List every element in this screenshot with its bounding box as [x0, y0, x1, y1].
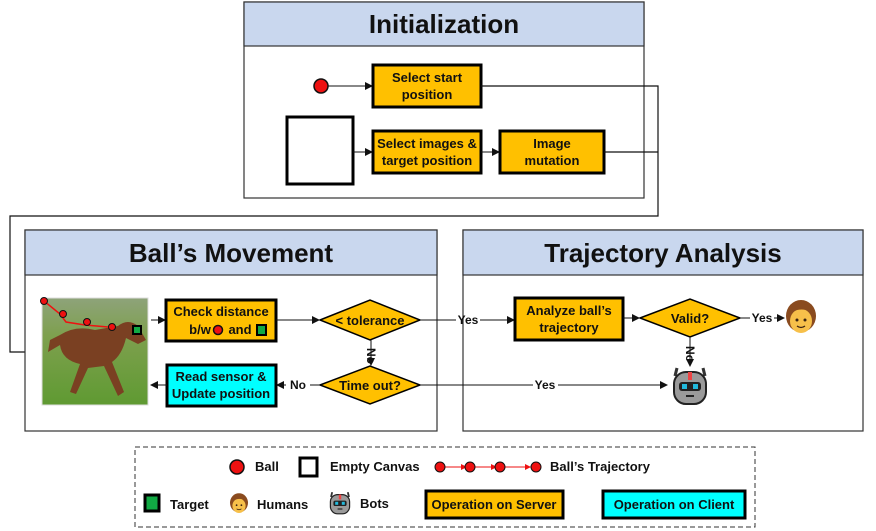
no-label: No: [364, 348, 378, 364]
panel-title: Initialization: [369, 9, 519, 39]
yes-label: Yes: [535, 378, 556, 392]
svg-text:Bots: Bots: [360, 496, 389, 511]
no-label: No: [683, 346, 697, 362]
svg-text:Select start: Select start: [392, 70, 463, 85]
empty-canvas-icon: [285, 115, 355, 186]
svg-text:target position: target position: [382, 153, 472, 168]
no-label: No: [290, 378, 306, 392]
svg-text:Empty Canvas: Empty Canvas: [330, 459, 420, 474]
panel-title: Trajectory Analysis: [544, 238, 782, 268]
select-images-box: Select images & target position: [371, 129, 483, 175]
svg-text:Select images &: Select images &: [377, 136, 477, 151]
svg-text:Update position: Update position: [172, 386, 270, 401]
svg-text:mutation: mutation: [525, 153, 580, 168]
svg-text:position: position: [402, 87, 453, 102]
ball-icon: [313, 78, 329, 94]
diagram: Initialization Select start position Sel…: [9, 1, 864, 528]
svg-text:Valid?: Valid?: [671, 311, 709, 326]
read-sensor-box: Read sensor & Update position: [165, 363, 278, 408]
bot-icon: [672, 366, 708, 406]
svg-text:Time out?: Time out?: [339, 378, 401, 393]
svg-text:Ball: Ball: [255, 459, 279, 474]
horse-image: [40, 297, 149, 406]
svg-text:trajectory: trajectory: [539, 320, 599, 335]
svg-text:Humans: Humans: [257, 497, 308, 512]
analyze-trajectory-box: Analyze ball’s trajectory: [513, 296, 625, 342]
check-distance-box: Check distance b/w and: [164, 298, 278, 343]
legend: Ball Empty Canvas Ball’s Trajectory Targ…: [134, 446, 756, 528]
image-mutation-box: Image mutation: [498, 129, 606, 175]
select-start-position-box: Select start position: [371, 63, 483, 109]
yes-label: Yes: [458, 313, 479, 327]
svg-text:Operation on Client: Operation on Client: [614, 497, 735, 512]
svg-text:and: and: [228, 322, 251, 337]
svg-text:Analyze ball’s: Analyze ball’s: [526, 303, 612, 318]
yes-label: Yes: [752, 311, 773, 325]
svg-text:b/w: b/w: [189, 322, 212, 337]
svg-text:< tolerance: < tolerance: [335, 313, 404, 328]
svg-text:Check distance: Check distance: [173, 304, 268, 319]
svg-text:Image: Image: [533, 136, 571, 151]
panel-title: Ball’s Movement: [129, 238, 334, 268]
svg-text:Read sensor &: Read sensor &: [175, 369, 266, 384]
svg-text:Target: Target: [170, 497, 209, 512]
svg-text:Operation on Server: Operation on Server: [432, 497, 557, 512]
svg-text:Ball’s Trajectory: Ball’s Trajectory: [550, 459, 651, 474]
